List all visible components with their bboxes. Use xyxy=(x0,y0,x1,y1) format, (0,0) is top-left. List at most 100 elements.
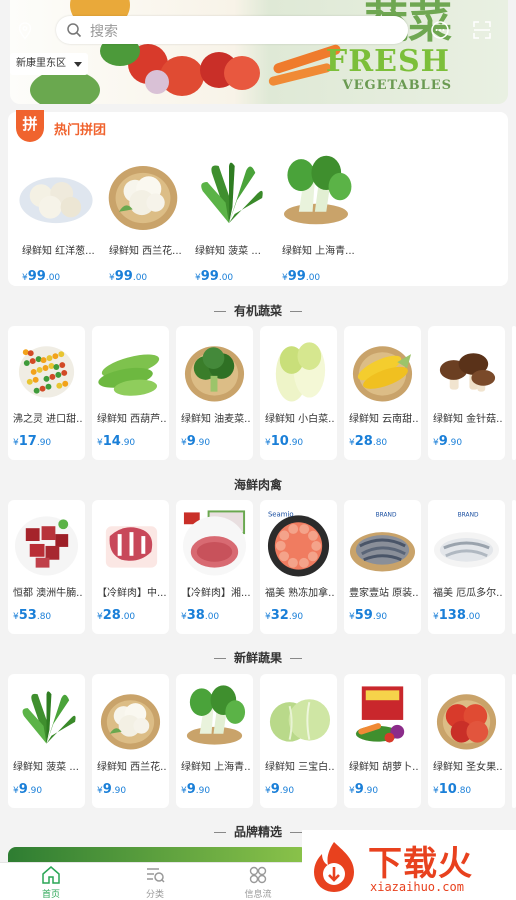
group-buy-item[interactable]: 绿鲜知 上海青... ¥99.00 xyxy=(276,150,356,284)
product-price: ¥28.00 xyxy=(97,608,136,623)
product-price: ¥38.00 xyxy=(181,608,220,623)
product-name: 福美 厄瓜多尔... xyxy=(433,588,502,599)
spinach-icon xyxy=(22,691,76,744)
svg-text:BRAND: BRAND xyxy=(458,512,479,518)
district-selector[interactable]: 新康里东区 xyxy=(10,53,88,75)
hero-banner-area: 蔬菜 FRESH VEGETABLES 搜索 新康里东区 xyxy=(0,0,516,112)
tomato-icon xyxy=(436,694,497,750)
product-price: ¥28.80 xyxy=(349,434,388,449)
product-card[interactable]: 绿鲜知 油麦菜... ¥9.90 xyxy=(176,326,253,460)
product-card[interactable]: 【冷鲜肉】湘... ¥38.00 xyxy=(176,500,253,634)
search-placeholder: 搜索 xyxy=(90,24,118,40)
cauliflower-icon xyxy=(100,694,161,750)
product-name: 绿鲜知 上海青... xyxy=(282,246,355,257)
white-shrimp-icon: BRAND xyxy=(433,512,500,568)
watermark-brand: 下载火 xyxy=(368,844,473,884)
category-icon xyxy=(147,868,165,883)
product-name: 绿鲜知 小白菜... xyxy=(265,414,334,425)
product-card-peek xyxy=(512,674,516,808)
zucchini-icon xyxy=(98,354,160,396)
product-name: 绿鲜知 红洋葱... xyxy=(22,246,95,257)
group-buy-title[interactable]: 热门拼团 xyxy=(54,119,106,138)
product-card[interactable]: 沸之灵 进口甜... ¥17.90 xyxy=(8,326,85,460)
district-label: 新康里东区 xyxy=(16,58,66,69)
product-card[interactable]: BRAND 豊家壹站 原装... ¥59.90 xyxy=(344,500,421,634)
product-row-organic: 沸之灵 进口甜... ¥17.90 绿鲜知 西葫芦... ¥14.90 绿鲜知 … xyxy=(8,326,516,460)
cabbage-icon xyxy=(275,342,326,402)
product-price: ¥9.90 xyxy=(265,782,295,797)
product-card[interactable]: 绿鲜知 金针菇... ¥9.90 xyxy=(428,326,505,460)
product-price: ¥59.90 xyxy=(349,608,388,623)
product-name: 恒都 澳洲牛腩... xyxy=(13,588,82,599)
product-card[interactable]: 绿鲜知 上海青... ¥9.90 xyxy=(176,674,253,808)
message-icon[interactable] xyxy=(430,20,450,40)
home-icon xyxy=(42,866,60,884)
product-row-seafood-meat: 恒都 澳洲牛腩... ¥53.80 【冷鲜肉】中... ¥28.00 【冷鲜肉】… xyxy=(8,500,516,634)
product-name: 绿鲜知 胡萝卜... xyxy=(349,762,418,773)
product-name: 绿鲜知 西兰花... xyxy=(109,246,182,257)
product-card[interactable]: 绿鲜知 西兰花... ¥9.90 xyxy=(92,674,169,808)
product-card-peek xyxy=(512,326,516,460)
product-card[interactable]: 绿鲜知 圣女果... ¥10.80 xyxy=(428,674,505,808)
apple-shape xyxy=(224,56,260,90)
product-card[interactable]: 绿鲜知 胡萝卜... ¥9.90 xyxy=(344,674,421,808)
search-icon xyxy=(67,23,82,38)
beef-icon xyxy=(14,516,79,576)
product-price: ¥9.90 xyxy=(13,782,43,797)
brand-banner[interactable] xyxy=(8,847,308,863)
product-price: ¥99.00 xyxy=(109,269,148,284)
tab-category[interactable]: 分类 xyxy=(125,865,185,900)
section-title-fresh-produce: 新鲜蔬果 xyxy=(0,649,516,666)
greens-shape xyxy=(30,70,100,104)
onion-icon xyxy=(19,177,93,224)
product-card[interactable]: 【冷鲜肉】中... ¥28.00 xyxy=(92,500,169,634)
banner-subtitle-en: VEGETABLES xyxy=(342,78,452,93)
group-buy-item[interactable]: 绿鲜知 菠菜 ... ¥99.00 xyxy=(189,150,269,284)
product-name: 绿鲜知 西葫芦... xyxy=(97,414,166,425)
product-price: ¥10.90 xyxy=(265,434,304,449)
product-price: ¥9.90 xyxy=(349,782,379,797)
product-name: 【冷鲜肉】中... xyxy=(97,588,166,599)
product-card[interactable]: 绿鲜知 小白菜... ¥10.90 xyxy=(260,326,337,460)
shrimp-plate-icon: Seamio xyxy=(267,510,330,577)
group-buy-item[interactable]: 绿鲜知 西兰花... ¥99.00 xyxy=(103,150,183,284)
veg-box-icon xyxy=(355,686,405,743)
product-name: 绿鲜知 云南甜... xyxy=(349,414,418,425)
group-buy-item[interactable]: 绿鲜知 红洋葱... ¥99.00 xyxy=(16,150,96,284)
scan-icon[interactable] xyxy=(472,20,492,40)
svg-text:BRAND: BRAND xyxy=(376,512,397,518)
product-card[interactable]: 绿鲜知 三宝白... ¥9.90 xyxy=(260,674,337,808)
product-price: ¥99.00 xyxy=(195,269,234,284)
product-card[interactable]: BRAND 福美 厄瓜多尔... ¥138.00 xyxy=(428,500,505,634)
bokchoy-icon xyxy=(186,685,246,745)
caret-down-icon xyxy=(74,62,82,67)
product-name: 绿鲜知 三宝白... xyxy=(265,762,334,773)
product-price: ¥9.90 xyxy=(181,434,211,449)
section-title-seafood-meat: 海鲜肉禽 xyxy=(233,478,282,492)
tab-home[interactable]: 首页 xyxy=(21,865,81,900)
group-buy-badge: 拼 xyxy=(16,110,44,142)
product-name: 绿鲜知 菠菜 ... xyxy=(195,246,261,257)
product-card[interactable]: 绿鲜知 菠菜 ... ¥9.90 xyxy=(8,674,85,808)
svg-text:Seamio: Seamio xyxy=(268,510,294,518)
lettuce-icon xyxy=(269,699,331,742)
mince-icon xyxy=(182,510,247,576)
prawns-icon: BRAND xyxy=(349,512,416,572)
location-pin-icon[interactable] xyxy=(18,22,32,40)
product-name: 绿鲜知 菠菜 ... xyxy=(13,762,79,773)
mixed-veg-icon xyxy=(14,342,79,402)
product-card[interactable]: 绿鲜知 西葫芦... ¥14.90 xyxy=(92,326,169,460)
product-price: ¥99.00 xyxy=(22,269,61,284)
watermark: 下载火 xiazaihuo.com xyxy=(302,830,516,900)
spinach-icon xyxy=(201,162,263,224)
product-card[interactable]: Seamio 福美 熟冻加拿... ¥32.90 xyxy=(260,500,337,634)
tab-feed[interactable]: 信息流 xyxy=(228,865,288,900)
product-card[interactable]: 恒都 澳洲牛腩... ¥53.80 xyxy=(8,500,85,634)
product-price: ¥99.00 xyxy=(282,269,321,284)
mushroom-icon xyxy=(439,353,496,392)
product-price: ¥14.90 xyxy=(97,434,136,449)
product-card[interactable]: 绿鲜知 云南甜... ¥28.80 xyxy=(344,326,421,460)
search-input[interactable]: 搜索 xyxy=(56,16,408,44)
product-name: 绿鲜知 圣女果... xyxy=(433,762,502,773)
group-buy-card: 拼 热门拼团 绿鲜知 红洋葱... ¥99.00 绿鲜知 西兰花... ¥99.… xyxy=(8,110,508,286)
